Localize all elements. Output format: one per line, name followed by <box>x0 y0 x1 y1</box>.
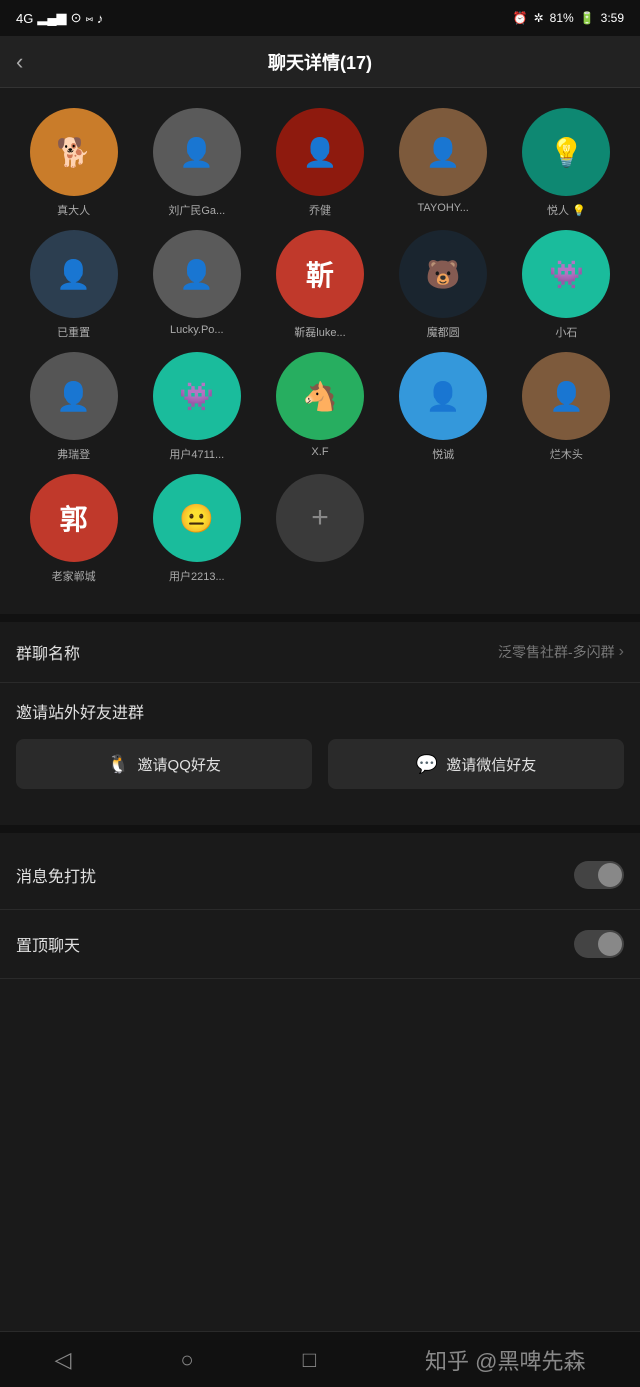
invite-qq-label: 邀请QQ好友 <box>138 754 221 775</box>
qq-icon: 🐧 <box>107 754 129 775</box>
add-icon: + <box>276 474 364 562</box>
alarm-icon: ⏰ <box>513 11 528 25</box>
member-name: 弗瑞登 <box>16 446 131 462</box>
member-item[interactable]: 🐻魔都圆 <box>386 230 501 340</box>
member-name: 烂木头 <box>509 446 624 462</box>
member-item[interactable]: 👤已重置 <box>16 230 131 340</box>
invite-title: 邀请站外好友进群 <box>16 699 624 723</box>
member-item[interactable]: 👤弗瑞登 <box>16 352 131 462</box>
battery-icon: 🔋 <box>580 11 595 25</box>
member-item[interactable]: 靳靳磊luke... <box>262 230 377 340</box>
member-item[interactable]: 😐用户2213... <box>139 474 254 584</box>
section-divider-2 <box>0 825 640 833</box>
group-name-label: 群聊名称 <box>16 640 80 664</box>
bluetooth-icon: ✲ <box>534 11 544 25</box>
group-name-text: 泛零售社群-多闪群 <box>498 642 615 662</box>
pin-chat-toggle[interactable] <box>574 930 624 958</box>
add-member-button[interactable]: + <box>262 474 377 584</box>
member-name: 已重置 <box>16 324 131 340</box>
pin-chat-label: 置顶聊天 <box>16 932 80 956</box>
home-nav-button[interactable]: ○ <box>180 1347 193 1373</box>
member-item[interactable]: 🐕真大人 <box>16 108 131 218</box>
wifi-icon: ⊙ <box>71 10 82 26</box>
do-not-disturb-label: 消息免打扰 <box>16 863 96 887</box>
toggle-section: 消息免打扰 置顶聊天 <box>0 841 640 979</box>
extra-icons: ⑅ ♪ <box>85 11 103 26</box>
pin-chat-row: 置顶聊天 <box>0 910 640 979</box>
recent-nav-icon: □ <box>303 1347 316 1373</box>
members-grid: 🐕真大人👤刘广民Ga...👤乔健👤TAYOHY...💡悦人 💡 👤已重置👤Luck… <box>16 108 624 584</box>
do-not-disturb-row: 消息免打扰 <box>0 841 640 910</box>
member-item[interactable]: 👤TAYOHY... <box>386 108 501 218</box>
member-name: X.F <box>262 446 377 458</box>
back-nav-icon: ◁ <box>55 1347 72 1373</box>
invite-section: 邀请站外好友进群 🐧 邀请QQ好友 💬 邀请微信好友 <box>0 683 640 805</box>
member-item[interactable]: 👤刘广民Ga... <box>139 108 254 218</box>
group-name-row[interactable]: 群聊名称 泛零售社群-多闪群 › <box>0 622 640 683</box>
member-name: 用户2213... <box>139 568 254 584</box>
member-name: 刘广民Ga... <box>139 202 254 218</box>
member-name: Lucky.Po... <box>139 324 254 336</box>
recent-nav-button[interactable]: □ <box>303 1347 316 1373</box>
member-name: 真大人 <box>16 202 131 218</box>
members-section: 🐕真大人👤刘广民Ga...👤乔健👤TAYOHY...💡悦人 💡 👤已重置👤Luck… <box>0 88 640 594</box>
home-nav-icon: ○ <box>180 1347 193 1373</box>
member-item[interactable]: 👾小石 <box>509 230 624 340</box>
member-item[interactable]: 👾用户4711... <box>139 352 254 462</box>
chevron-right-icon: › <box>619 643 624 661</box>
member-name: 悦人 💡 <box>509 202 624 218</box>
status-left: 4G ▂▄▆ ⊙ ⑅ ♪ <box>16 10 103 26</box>
member-name: 悦诚 <box>386 446 501 462</box>
zhihu-label: 知乎 @黑啤先森 <box>425 1344 585 1376</box>
bottom-nav: ◁ ○ □ 知乎 @黑啤先森 <box>0 1331 640 1387</box>
status-bar: 4G ▂▄▆ ⊙ ⑅ ♪ ⏰ ✲ 81% 🔋 3:59 <box>0 0 640 36</box>
page-title: 聊天详情(17) <box>268 49 372 75</box>
member-name: 魔都圆 <box>386 324 501 340</box>
signal-bars: ▂▄▆ <box>37 10 66 26</box>
invite-qq-button[interactable]: 🐧 邀请QQ好友 <box>16 739 312 789</box>
wechat-icon: 💬 <box>416 754 438 775</box>
member-name: 用户4711... <box>139 446 254 462</box>
invite-buttons: 🐧 邀请QQ好友 💬 邀请微信好友 <box>16 739 624 789</box>
do-not-disturb-knob <box>598 863 622 887</box>
time-display: 3:59 <box>601 11 624 25</box>
invite-wechat-button[interactable]: 💬 邀请微信好友 <box>328 739 624 789</box>
pin-chat-knob <box>598 932 622 956</box>
member-item[interactable]: 👤乔健 <box>262 108 377 218</box>
member-item[interactable]: 💡悦人 💡 <box>509 108 624 218</box>
member-item[interactable]: 👤悦诚 <box>386 352 501 462</box>
section-divider <box>0 614 640 622</box>
member-name: 靳磊luke... <box>262 324 377 340</box>
status-right: ⏰ ✲ 81% 🔋 3:59 <box>513 11 624 25</box>
do-not-disturb-toggle[interactable] <box>574 861 624 889</box>
back-nav-button[interactable]: ◁ <box>55 1347 72 1373</box>
member-item[interactable]: 👤烂木头 <box>509 352 624 462</box>
settings-section: 群聊名称 泛零售社群-多闪群 › <box>0 622 640 683</box>
member-item[interactable]: 👤Lucky.Po... <box>139 230 254 340</box>
member-name: 乔健 <box>262 202 377 218</box>
member-name: TAYOHY... <box>386 202 501 214</box>
member-name: 老家郸城 <box>16 568 131 584</box>
member-name: 小石 <box>509 324 624 340</box>
zhihu-watermark: 知乎 @黑啤先森 <box>425 1344 585 1376</box>
back-button[interactable]: ‹ <box>16 49 23 75</box>
member-item[interactable]: 郭老家郸城 <box>16 474 131 584</box>
signal-icon: 4G <box>16 11 33 26</box>
group-name-value: 泛零售社群-多闪群 › <box>498 642 624 662</box>
invite-wechat-label: 邀请微信好友 <box>446 754 536 775</box>
battery-level: 81% <box>550 11 574 25</box>
header: ‹ 聊天详情(17) <box>0 36 640 88</box>
member-item[interactable]: 🐴X.F <box>262 352 377 462</box>
